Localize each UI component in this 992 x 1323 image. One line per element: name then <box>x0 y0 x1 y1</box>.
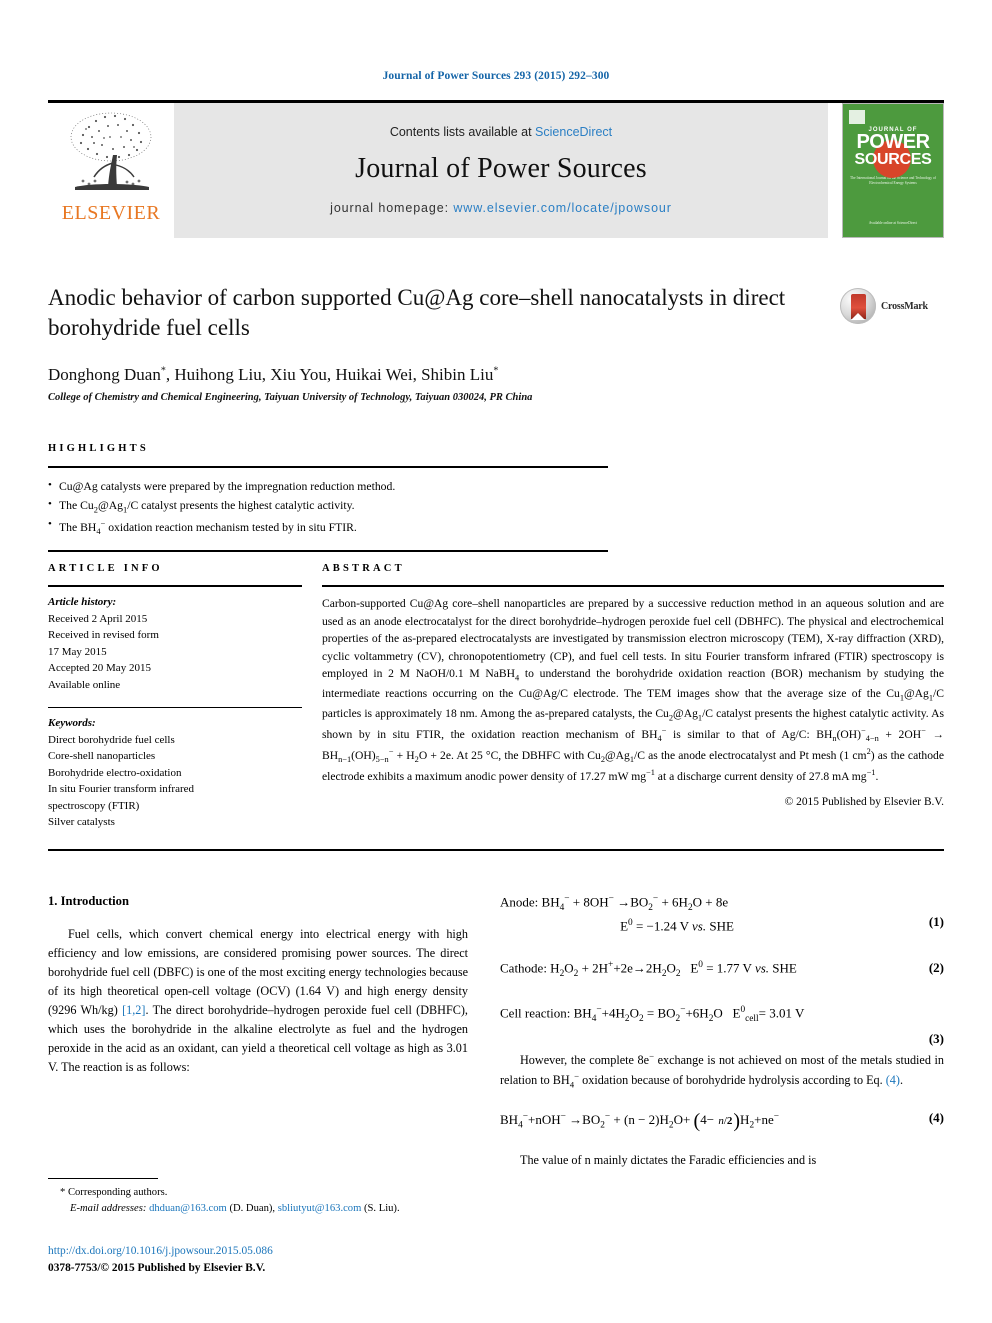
cover-elsevier-mark-icon <box>849 110 865 124</box>
equation-1-main: Anode: BH4− + 8OH− →BO2− + 6H2O + 8e <box>500 894 729 913</box>
homepage-prefix: journal homepage: <box>330 200 454 215</box>
email-attr-1: (D. Duan), <box>229 1203 276 1215</box>
equation-2: Cathode: H2O2 + 2H++2e→2H2O2 E0 = 1.77 V… <box>500 960 944 979</box>
email-label: E-mail addresses: <box>70 1203 147 1215</box>
body-column-right: Anode: BH4− + 8OH− →BO2− + 6H2O + 8e E0 … <box>500 894 944 1179</box>
highlights-list: Cu@Ag catalysts were prepared by the imp… <box>48 477 608 539</box>
footnote-rule <box>48 1178 158 1179</box>
info-line: 17 May 2015 <box>48 645 107 658</box>
info-line: spectroscopy (FTIR) <box>48 799 140 812</box>
info-line: Accepted 20 May 2015 <box>48 662 151 674</box>
corresponding-authors-note: * Corresponding authors. <box>60 1187 168 1198</box>
article-info-top-rule <box>48 585 302 587</box>
contents-prefix: Contents lists available at <box>389 124 536 139</box>
keywords-lines: Direct borohydride fuel cells Core-shell … <box>48 732 302 831</box>
body-separator-rule <box>48 849 944 851</box>
equation-1-sub: E0 = −1.24 V vs. SHE <box>620 917 734 934</box>
list-item: Cu@Ag catalysts were prepared by the imp… <box>48 477 608 497</box>
journal-title: Journal of Power Sources <box>355 152 647 184</box>
elsevier-logo: ELSEVIER <box>48 103 174 238</box>
keywords-heading: Keywords: <box>48 717 96 729</box>
equation-3: Cell reaction: BH4−+4H2O2 = BO2−+6H2O E0… <box>500 1005 944 1046</box>
equation-2-number: (2) <box>928 960 944 976</box>
info-line: Received 2 April 2015 <box>48 612 148 625</box>
cover-word-sources: SOURCES <box>854 151 932 168</box>
abstract-top-rule <box>322 585 944 587</box>
footnote-block: * Corresponding authors. E-mail addresse… <box>48 1178 468 1218</box>
elsevier-tree-icon <box>70 112 152 190</box>
article-history-block: Article history: Received 2 April 2015 Re… <box>48 594 302 693</box>
list-item: The Cu2@Ag1/C catalyst presents the high… <box>48 496 608 517</box>
abstract-label: ABSTRACT <box>322 563 405 574</box>
abstract-text: Carbon-supported Cu@Ag core–shell nanopa… <box>322 597 945 784</box>
issn-copyright-line: 0378-7753/© 2015 Published by Elsevier B… <box>48 1262 266 1275</box>
contents-available-line: Contents lists available at ScienceDirec… <box>390 125 612 139</box>
article-history-heading: Article history: <box>48 596 117 608</box>
email-link-2[interactable]: sbliutyut@163.com <box>278 1203 362 1214</box>
info-line: Direct borohydride fuel cells <box>48 733 175 746</box>
running-head: Journal of Power Sources 293 (2015) 292–… <box>382 70 610 82</box>
equation-4-number: (4) <box>928 1110 944 1126</box>
equation-3-number: (3) <box>928 1031 944 1047</box>
highlights-label: HIGHLIGHTS <box>48 443 149 454</box>
body-column-left: 1. Introduction Fuel cells, which conver… <box>48 894 468 1086</box>
email-attr-2: (S. Liu). <box>364 1203 400 1215</box>
info-line: Core-shell nanoparticles <box>48 750 156 762</box>
post-equation-paragraph: However, the complete 8e− exchange is no… <box>500 1051 945 1090</box>
page-title: Anodic behavior of carbon supported Cu@A… <box>48 285 786 340</box>
crossmark-icon <box>840 288 876 324</box>
paper-page: Journal of Power Sources 293 (2015) 292–… <box>0 0 992 1323</box>
abstract-section: ABSTRACT Carbon-supported Cu@Ag core–she… <box>322 563 944 808</box>
info-line: In situ Fourier transform infrared <box>48 783 195 795</box>
info-line: Available online <box>48 678 121 691</box>
equation-2-main: Cathode: H2O2 + 2H++2e→2H2O2 E0 = 1.77 V… <box>500 960 797 980</box>
crossmark-badge[interactable]: CrossMark <box>840 287 944 325</box>
email-link-1[interactable]: dhduan@163.com <box>149 1203 227 1214</box>
journal-cover-thumbnail: JOURNAL OF POWER SOURCES The Internation… <box>842 103 944 238</box>
list-item: The BH4− oxidation reaction mechanism te… <box>48 516 608 539</box>
keywords-block: Keywords: Direct borohydride fuel cells C… <box>48 715 302 831</box>
article-info-section: ARTICLE INFO Article history: Received 2… <box>48 563 302 831</box>
equation-4-main: BH4−+nOH− →BO2− + (n − 2)H2O+ (4− n/2)H2… <box>500 1110 779 1133</box>
equation-1: Anode: BH4− + 8OH− →BO2− + 6H2O + 8e E0 … <box>500 894 944 934</box>
equation-4: BH4−+nOH− →BO2− + (n − 2)H2O+ (4− n/2)H2… <box>500 1110 944 1133</box>
equation-1-number: (1) <box>928 914 944 929</box>
crossmark-label: CrossMark <box>881 300 928 312</box>
sciencedirect-link[interactable]: ScienceDirect <box>535 125 612 139</box>
info-line: Silver catalysts <box>48 816 115 828</box>
introduction-paragraph: Fuel cells, which convert chemical energ… <box>48 927 468 1075</box>
article-info-label: ARTICLE INFO <box>48 563 163 574</box>
highlights-bottom-rule <box>48 549 608 552</box>
info-line: Borohydride electro-oxidation <box>48 766 182 779</box>
journal-homepage-line: journal homepage: www.elsevier.com/locat… <box>330 201 672 215</box>
article-history-lines: Received 2 April 2015 Received in revised… <box>48 611 302 694</box>
final-paragraph: The value of n mainly dictates the Farad… <box>520 1153 817 1168</box>
info-line: Received in revised form <box>48 629 159 641</box>
cover-word-power: POWER <box>856 131 930 153</box>
abstract-copyright: © 2015 Published by Elsevier B.V. <box>784 795 944 808</box>
email-addresses-line: E-mail addresses: dhduan@163.com (D. Dua… <box>48 1201 468 1217</box>
doi-block: http://dx.doi.org/10.1016/j.jpowsour.201… <box>48 1243 548 1277</box>
article-info-mid-rule <box>48 707 302 708</box>
highlights-top-rule <box>48 466 608 468</box>
elsevier-wordmark: ELSEVIER <box>61 202 161 224</box>
title-block: Anodic behavior of carbon supported Cu@A… <box>48 283 944 403</box>
introduction-heading: 1. Introduction <box>48 894 129 908</box>
equation-3-main: Cell reaction: BH4−+4H2O2 = BO2−+6H2O E0… <box>500 1005 805 1025</box>
journal-masthead: ELSEVIER Contents lists available at Sci… <box>48 100 944 238</box>
cover-footer-text: Available online at ScienceDirect <box>868 221 918 226</box>
author-list: Donghong Duan*, Huihong Liu, Xiu You, Hu… <box>48 364 499 384</box>
contents-box: Contents lists available at ScienceDirec… <box>174 103 828 238</box>
affiliation: College of Chemistry and Chemical Engine… <box>48 391 533 403</box>
journal-homepage-link[interactable]: www.elsevier.com/locate/jpowsour <box>453 201 671 215</box>
doi-link[interactable]: http://dx.doi.org/10.1016/j.jpowsour.201… <box>48 1243 548 1260</box>
highlights-section: HIGHLIGHTS Cu@Ag catalysts were prepared… <box>48 443 608 552</box>
